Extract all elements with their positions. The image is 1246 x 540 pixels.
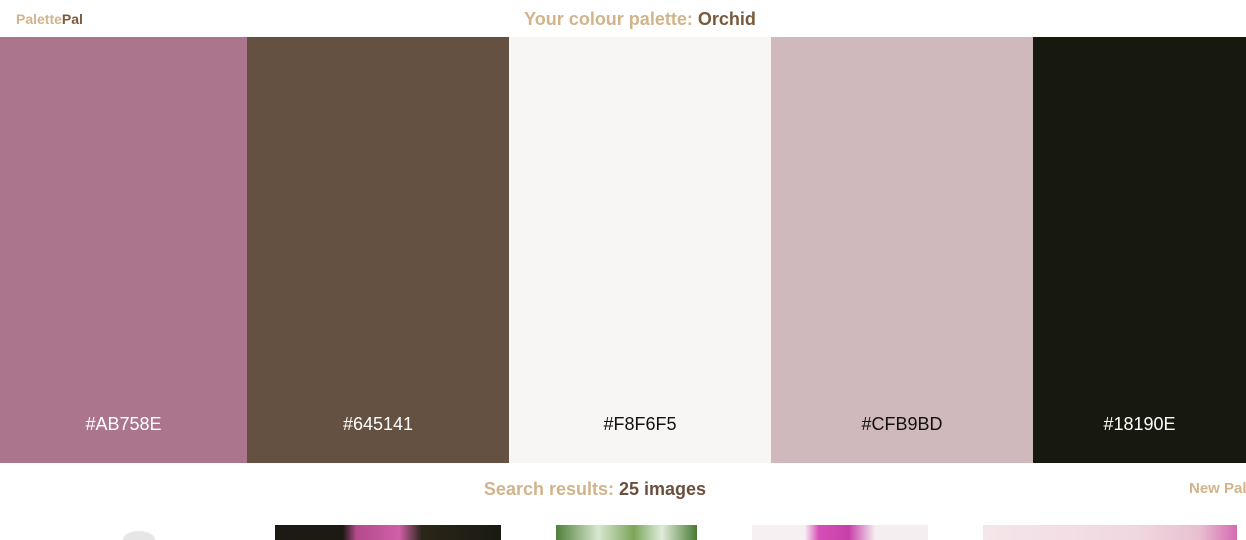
thumbnail-pale-pink-orchid[interactable] — [983, 525, 1237, 540]
title-prefix: Your colour palette: — [524, 9, 693, 29]
new-palette-link[interactable]: New Palette — [1189, 479, 1246, 499]
swatch-hex: #CFB9BD — [861, 414, 943, 434]
thumbnail-magenta-orchid[interactable] — [752, 525, 928, 540]
search-results-header: Search results: 25 images New Palette — [0, 463, 1246, 513]
palette-name: Orchid — [697, 9, 756, 29]
swatch-3[interactable]: #F8F6F5 — [509, 37, 771, 463]
swatch-2[interactable]: #645141 — [247, 37, 509, 463]
swatch-hex: #18190E — [1103, 414, 1176, 434]
results-count: Search results: 25 images — [0, 477, 1190, 501]
thumbnail-pink-orchid-dark[interactable] — [275, 525, 501, 540]
swatch-5[interactable]: #18190E — [1033, 37, 1246, 463]
top-bar: PalettePal Your colour palette: Orchid — [0, 0, 1246, 37]
colour-palette: #AB758E #645141 #F8F6F5 #CFB9BD #18190E — [0, 37, 1246, 463]
swatch-hex: #F8F6F5 — [603, 414, 677, 434]
results-number: 25 images — [619, 479, 707, 499]
swatch-hex: #AB758E — [85, 414, 162, 434]
swatch-1[interactable]: #AB758E — [0, 37, 247, 463]
results-label: Search results: — [483, 479, 614, 499]
thumbnail-white-orchid[interactable] — [112, 525, 166, 540]
swatch-4[interactable]: #CFB9BD — [771, 37, 1033, 463]
page-title: Your colour palette: Orchid — [0, 7, 1246, 31]
swatch-hex: #645141 — [342, 414, 414, 434]
thumbnail-green-foliage[interactable] — [556, 525, 697, 540]
